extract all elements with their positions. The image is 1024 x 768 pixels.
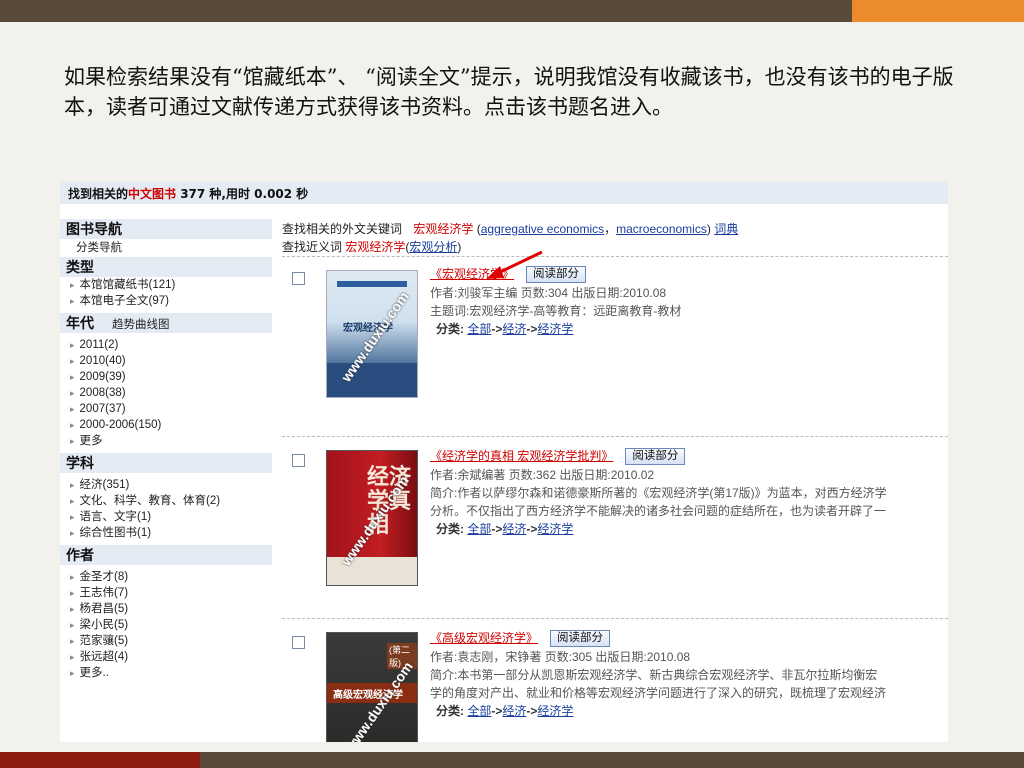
select-checkbox[interactable] <box>292 636 305 649</box>
year-item[interactable]: 2011(2) <box>60 337 272 353</box>
book-category: 分类: 全部->经济->经济学 <box>436 322 574 336</box>
book-cover-1[interactable]: 宏观经济学 www.duxiu.com <box>326 270 418 398</box>
author-item[interactable]: 王志伟(7) <box>60 585 272 601</box>
subject-item[interactable]: 综合性图书(1) <box>60 525 272 541</box>
year-title: 年代 趋势曲线图 <box>60 313 272 333</box>
synonym-line: 查找近义词 宏观经济学(宏观分析) <box>282 240 462 254</box>
year-item[interactable]: 2008(38) <box>60 385 272 401</box>
book-info: 《高级宏观经济学》 阅读部分 作者:袁志刚，宋铮著 页数:305 出版日期:201… <box>430 628 948 720</box>
category-link-economy[interactable]: 经济 <box>502 322 526 336</box>
foreign-keyword-line: 查找相关的外文关键词 宏观经济学 (aggregative economics，… <box>282 222 739 236</box>
book-cover-2[interactable]: 经济学真相 www.duxiu.com <box>326 450 418 586</box>
book-result-3: (第二版) 高级宏观经济学 www.duxiu.com 《高级宏观经济学》 阅读部… <box>282 628 948 742</box>
category-link-economics[interactable]: 经济学 <box>537 322 573 336</box>
synonym-term: 宏观经济学 <box>345 240 406 254</box>
author-item[interactable]: 杨君昌(5) <box>60 601 272 617</box>
book-meta-line: 主题词:宏观经济学-高等教育：远距离教育-教材 <box>430 304 682 318</box>
book-meta-line: 作者:袁志刚，宋铮著 页数:305 出版日期:2010.08 <box>430 650 691 664</box>
instruction-text: 如果检索结果没有“馆藏纸本”、 “阅读全文”提示，说明我馆没有收藏该书，也没有该… <box>64 65 954 119</box>
book-meta-line: 学的角度对产出、就业和价格等宏观经济学问题进行了深入的研究，既梳理了宏观经济 <box>430 686 887 700</box>
header-prefix: 找到相关的 <box>68 187 129 201</box>
book-meta-line: 作者:刘骏军主编 页数:304 出版日期:2010.08 <box>430 286 667 300</box>
header-suffix: 377 种,用时 0.002 秒 <box>176 187 309 201</box>
slide-bottom-accent <box>0 752 200 768</box>
red-arrow-icon <box>486 250 543 279</box>
book-info: 《经济学的真相 宏观经济学批判》 阅读部分 作者:余斌编著 页数:362 出版日期… <box>430 446 948 538</box>
subject-item[interactable]: 经济(351) <box>60 477 272 493</box>
synonym-link[interactable]: 宏观分析 <box>409 240 457 254</box>
year-title-label: 年代 <box>66 315 94 331</box>
year-item[interactable]: 2000-2006(150) <box>60 417 272 433</box>
subject-item[interactable]: 语言、文字(1) <box>60 509 272 525</box>
book-meta-line: 作者:余斌编著 页数:362 出版日期:2010.02 <box>430 468 655 482</box>
category-link-all[interactable]: 全部 <box>467 522 491 536</box>
category-link-all[interactable]: 全部 <box>467 322 491 336</box>
select-checkbox[interactable] <box>292 454 305 467</box>
year-more-link[interactable]: 更多 <box>60 433 272 449</box>
category-link-economics[interactable]: 经济学 <box>537 704 573 718</box>
book-title-link-2[interactable]: 《经济学的真相 宏观经济学批判》 <box>430 449 613 463</box>
foreign-keyword-label: 查找相关的外文关键词 <box>282 222 403 236</box>
header-highlight: 中文图书 <box>128 187 177 201</box>
search-results-screenshot: 找到相关的中文图书 377 种,用时 0.002 秒 图书导航 分类导航 类型 … <box>60 182 948 742</box>
subject-title: 学科 <box>60 453 272 473</box>
category-link-economics[interactable]: 经济学 <box>537 522 573 536</box>
year-item[interactable]: 2007(37) <box>60 401 272 417</box>
book-result-1: 宏观经济学 www.duxiu.com 《宏观经济学》 阅读部分 作者:刘骏军主编… <box>282 250 948 410</box>
author-item[interactable]: 梁小民(5) <box>60 617 272 633</box>
book-meta-line: 简介:本书第一部分从凯恩斯宏观经济学、新古典综合宏观经济学、非瓦尔拉斯均衡宏 <box>430 668 878 682</box>
category-label: 分类: <box>436 522 464 536</box>
year-item[interactable]: 2010(40) <box>60 353 272 369</box>
author-more-link[interactable]: 更多.. <box>60 665 272 681</box>
author-title: 作者 <box>60 545 272 565</box>
type-item[interactable]: 本馆馆藏纸书(121) <box>60 277 272 293</box>
keyword-separator: ， <box>604 222 617 236</box>
read-partial-button[interactable]: 阅读部分 <box>625 448 686 466</box>
foreign-keyword-link-2[interactable]: macroeconomics <box>616 222 707 236</box>
year-item[interactable]: 2009(39) <box>60 369 272 385</box>
keyword-term: 宏观经济学 <box>413 222 474 236</box>
type-title: 类型 <box>60 257 272 277</box>
book-result-2: 经济学真相 www.duxiu.com 《经济学的真相 宏观经济学批判》 阅读部分… <box>282 446 948 606</box>
results-main: 查找相关的外文关键词 宏观经济学 (aggregative economics，… <box>282 220 948 742</box>
category-link-economy[interactable]: 经济 <box>502 522 526 536</box>
book-title-link-3[interactable]: 《高级宏观经济学》 <box>430 631 538 645</box>
slide-top-accent <box>852 0 1024 22</box>
author-item[interactable]: 范家骧(5) <box>60 633 272 649</box>
category-link-all[interactable]: 全部 <box>467 704 491 718</box>
dictionary-link[interactable]: 词典 <box>714 222 738 236</box>
filter-sidebar: 图书导航 分类导航 类型 本馆馆藏纸书(121) 本馆电子全文(97) 年代 趋势… <box>60 219 272 681</box>
select-checkbox[interactable] <box>292 272 305 285</box>
synonym-label: 查找近义词 <box>282 240 343 254</box>
author-item[interactable]: 金圣才(8) <box>60 569 272 585</box>
book-meta-line: 分析。不仅指出了西方经济学不能解决的诸多社会问题的症结所在，也为读者开辟了一 <box>430 504 887 518</box>
category-link-economy[interactable]: 经济 <box>502 704 526 718</box>
author-item[interactable]: 张远超(4) <box>60 649 272 665</box>
type-item[interactable]: 本馆电子全文(97) <box>60 293 272 309</box>
category-label: 分类: <box>436 322 464 336</box>
category-label: 分类: <box>436 704 464 718</box>
nav-title: 图书导航 <box>60 219 272 239</box>
book-cover-3[interactable]: (第二版) 高级宏观经济学 www.duxiu.com <box>326 632 418 742</box>
foreign-keyword-link-1[interactable]: aggregative economics <box>481 222 604 236</box>
result-count-header: 找到相关的中文图书 377 种,用时 0.002 秒 <box>60 182 948 204</box>
category-nav-link[interactable]: 分类导航 <box>60 239 272 257</box>
trend-chart-link[interactable]: 趋势曲线图 <box>112 319 170 331</box>
book-category: 分类: 全部->经济->经济学 <box>436 522 574 536</box>
book-meta-line: 简介:作者以萨缪尔森和诺德豪斯所著的《宏观经济学(第17版)》为蓝本，对西方经济… <box>430 486 887 500</box>
book-category: 分类: 全部->经济->经济学 <box>436 704 574 718</box>
read-partial-button[interactable]: 阅读部分 <box>550 630 611 648</box>
subject-item[interactable]: 文化、科学、教育、体育(2) <box>60 493 272 509</box>
